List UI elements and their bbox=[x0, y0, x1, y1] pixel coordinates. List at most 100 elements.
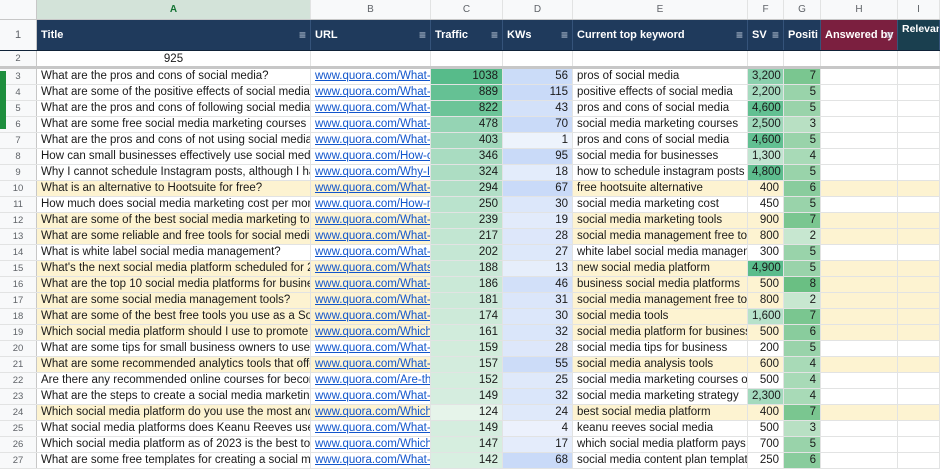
title-cell[interactable]: What are some social media management to… bbox=[37, 293, 311, 308]
filter-icon[interactable]: ≡ bbox=[299, 20, 306, 50]
keyword-cell[interactable]: which social media platform pays the mos… bbox=[573, 437, 748, 452]
row-number[interactable]: 14 bbox=[0, 245, 37, 260]
title-cell[interactable]: What are the pros and cons of not using … bbox=[37, 133, 311, 148]
position-cell[interactable]: 3 bbox=[784, 421, 821, 436]
sv-cell[interactable]: 250 bbox=[748, 453, 784, 468]
kws-cell[interactable]: 25 bbox=[503, 373, 573, 388]
relevant-cell[interactable] bbox=[898, 325, 940, 340]
filter-icon[interactable]: ≡ bbox=[886, 20, 893, 50]
row-number[interactable]: 18 bbox=[0, 309, 37, 324]
kws-cell[interactable]: 1 bbox=[503, 133, 573, 148]
title-cell[interactable]: Which social media platform should I use… bbox=[37, 325, 311, 340]
answered-cell[interactable] bbox=[821, 453, 898, 468]
position-cell[interactable]: 6 bbox=[784, 181, 821, 196]
traffic-cell[interactable]: 294 bbox=[431, 181, 503, 196]
row-number[interactable]: 22 bbox=[0, 373, 37, 388]
url-cell[interactable]: www.quora.com/Why-I-cann bbox=[311, 165, 431, 180]
filter-icon[interactable]: ≡ bbox=[772, 20, 779, 50]
position-cell[interactable]: 4 bbox=[784, 389, 821, 404]
kws-cell[interactable]: 13 bbox=[503, 261, 573, 276]
kws-cell[interactable]: 30 bbox=[503, 197, 573, 212]
title-cell[interactable]: What's the next social media platform sc… bbox=[37, 261, 311, 276]
relevant-cell[interactable] bbox=[898, 117, 940, 132]
traffic-cell[interactable]: 159 bbox=[431, 341, 503, 356]
empty-cell[interactable] bbox=[431, 51, 503, 66]
answered-cell[interactable] bbox=[821, 85, 898, 100]
filter-icon[interactable]: ≡ bbox=[419, 20, 426, 50]
filter-icon[interactable]: ≡ bbox=[491, 20, 498, 50]
header-title[interactable]: Title ≡ bbox=[37, 20, 311, 50]
answered-cell[interactable] bbox=[821, 389, 898, 404]
title-cell[interactable]: Which social media platform do you use t… bbox=[37, 405, 311, 420]
relevant-cell[interactable] bbox=[898, 213, 940, 228]
keyword-cell[interactable]: social media management free tools bbox=[573, 293, 748, 308]
row-number[interactable]: 23 bbox=[0, 389, 37, 404]
sv-cell[interactable]: 4,600 bbox=[748, 101, 784, 116]
kws-cell[interactable]: 17 bbox=[503, 437, 573, 452]
relevant-cell[interactable] bbox=[898, 277, 940, 292]
header-url[interactable]: URL ≡ bbox=[311, 20, 431, 50]
url-cell[interactable]: www.quora.com/What-is-wh bbox=[311, 245, 431, 260]
title-cell[interactable]: What are the pros and cons of following … bbox=[37, 101, 311, 116]
kws-cell[interactable]: 55 bbox=[503, 357, 573, 372]
position-cell[interactable]: 4 bbox=[784, 357, 821, 372]
header-sv[interactable]: SV ≡ bbox=[748, 20, 784, 50]
position-cell[interactable]: 5 bbox=[784, 101, 821, 116]
traffic-cell[interactable]: 157 bbox=[431, 357, 503, 372]
kws-cell[interactable]: 4 bbox=[503, 421, 573, 436]
relevant-cell[interactable] bbox=[898, 101, 940, 116]
relevant-cell[interactable] bbox=[898, 357, 940, 372]
title-cell[interactable]: What are the pros and cons of social med… bbox=[37, 69, 311, 84]
filter-icon[interactable]: ≡ bbox=[736, 20, 743, 50]
empty-cell[interactable] bbox=[821, 51, 898, 66]
answered-cell[interactable] bbox=[821, 245, 898, 260]
traffic-cell[interactable]: 142 bbox=[431, 453, 503, 468]
url-cell[interactable]: www.quora.com/Which-socia bbox=[311, 325, 431, 340]
kws-cell[interactable]: 46 bbox=[503, 277, 573, 292]
keyword-cell[interactable]: how to schedule instagram posts bbox=[573, 165, 748, 180]
traffic-cell[interactable]: 822 bbox=[431, 101, 503, 116]
row-number[interactable]: 26 bbox=[0, 437, 37, 452]
answered-cell[interactable] bbox=[821, 325, 898, 340]
empty-cell[interactable] bbox=[573, 51, 748, 66]
answered-cell[interactable] bbox=[821, 69, 898, 84]
keyword-cell[interactable]: social media tips for business bbox=[573, 341, 748, 356]
kws-cell[interactable]: 28 bbox=[503, 229, 573, 244]
traffic-cell[interactable]: 161 bbox=[431, 325, 503, 340]
relevant-cell[interactable] bbox=[898, 181, 940, 196]
position-cell[interactable]: 5 bbox=[784, 341, 821, 356]
position-cell[interactable]: 5 bbox=[784, 85, 821, 100]
url-cell[interactable]: www.quora.com/What-are-th bbox=[311, 133, 431, 148]
title-cell[interactable]: What are some tips for small business ow… bbox=[37, 341, 311, 356]
column-letter-I[interactable]: I bbox=[898, 0, 940, 19]
answered-cell[interactable] bbox=[821, 293, 898, 308]
relevant-cell[interactable] bbox=[898, 261, 940, 276]
column-letter-B[interactable]: B bbox=[311, 0, 431, 19]
position-cell[interactable]: 2 bbox=[784, 229, 821, 244]
url-cell[interactable]: www.quora.com/What-are-th bbox=[311, 69, 431, 84]
answered-cell[interactable] bbox=[821, 341, 898, 356]
keyword-cell[interactable]: pros and cons of social media bbox=[573, 133, 748, 148]
row-number[interactable]: 17 bbox=[0, 293, 37, 308]
traffic-cell[interactable]: 1038 bbox=[431, 69, 503, 84]
url-cell[interactable]: www.quora.com/What-are-so bbox=[311, 309, 431, 324]
keyword-cell[interactable]: social media marketing courses online bbox=[573, 373, 748, 388]
traffic-cell[interactable]: 239 bbox=[431, 213, 503, 228]
answered-cell[interactable] bbox=[821, 197, 898, 212]
answered-cell[interactable] bbox=[821, 181, 898, 196]
relevant-cell[interactable] bbox=[898, 293, 940, 308]
relevant-cell[interactable] bbox=[898, 421, 940, 436]
keyword-cell[interactable]: social media marketing cost bbox=[573, 197, 748, 212]
traffic-cell[interactable]: 149 bbox=[431, 421, 503, 436]
sv-cell[interactable]: 2,300 bbox=[748, 389, 784, 404]
column-letter-F[interactable]: F bbox=[748, 0, 784, 19]
title-cell[interactable]: Which social media platform as of 2023 i… bbox=[37, 437, 311, 452]
kws-cell[interactable]: 30 bbox=[503, 309, 573, 324]
answered-cell[interactable] bbox=[821, 165, 898, 180]
row-number[interactable]: 9 bbox=[0, 165, 37, 180]
url-cell[interactable]: www.quora.com/What-are-so bbox=[311, 357, 431, 372]
keyword-cell[interactable]: social media content plan template bbox=[573, 453, 748, 468]
url-cell[interactable]: www.quora.com/What-are-so bbox=[311, 229, 431, 244]
keyword-cell[interactable]: new social media platform bbox=[573, 261, 748, 276]
position-cell[interactable]: 2 bbox=[784, 293, 821, 308]
